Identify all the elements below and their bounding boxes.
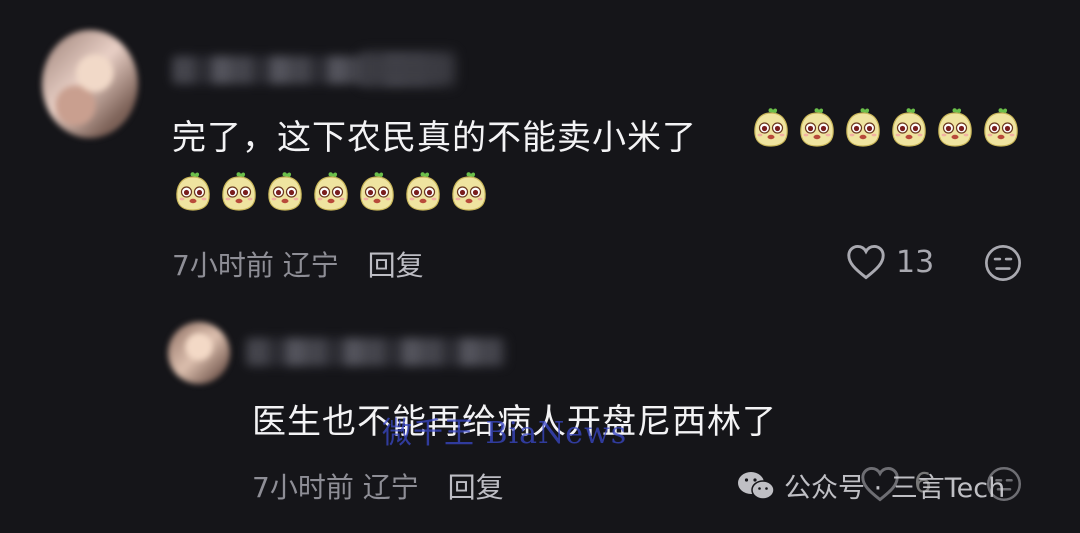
xiaomi-emoji xyxy=(754,108,788,147)
xiaomi-emoji xyxy=(892,108,926,147)
comment-location: 辽宁 xyxy=(362,471,419,504)
username-obscured xyxy=(246,338,506,366)
comment-time: 7小时前 xyxy=(172,249,274,282)
xiaomi-emoji xyxy=(846,108,880,147)
emoji-row xyxy=(752,106,1020,148)
xiaomi-emoji xyxy=(406,172,440,211)
avatar[interactable] xyxy=(168,322,230,384)
xiaomi-emoji xyxy=(268,172,302,211)
xiaomi-emoji xyxy=(222,172,256,211)
xiaomi-emoji xyxy=(176,172,210,211)
username-obscured-extra xyxy=(360,52,455,86)
comment-meta: 7小时前 辽宁 回复 xyxy=(172,244,424,284)
comment-text: 完了，这下农民真的不能卖小米了 xyxy=(172,118,697,158)
comment-meta: 7小时前 辽宁 回复 xyxy=(252,466,504,506)
xiaomi-emoji xyxy=(360,172,394,211)
xiaomi-emoji xyxy=(800,108,834,147)
like-count: 13 xyxy=(896,244,935,280)
comment-time: 7小时前 xyxy=(252,471,354,504)
reply-button[interactable]: 回复 xyxy=(448,471,504,504)
comment-location: 辽宁 xyxy=(282,249,339,282)
xiaomi-emoji xyxy=(938,108,972,147)
emoji-row xyxy=(174,170,488,212)
watermark-text: 微千王 BiaNews xyxy=(382,416,628,451)
avatar[interactable] xyxy=(42,30,138,138)
xiaomi-emoji xyxy=(314,172,348,211)
watermark-text: 公众号 · 三言Tech xyxy=(784,473,1006,504)
wechat-watermark: 公众号 · 三言Tech xyxy=(736,466,1005,505)
xiaomi-emoji xyxy=(452,172,486,211)
xiaomi-emoji xyxy=(984,108,1018,147)
like-button[interactable]: 13 xyxy=(846,244,934,280)
heart-outline-icon xyxy=(847,244,885,280)
meh-face-icon[interactable] xyxy=(984,244,1022,282)
reply-button[interactable]: 回复 xyxy=(368,249,424,282)
comment-thread: 完了，这下农民真的不能卖小米了 7小时前 辽宁 回复 13 医生也不能再给病人开… xyxy=(0,0,1080,533)
wechat-icon xyxy=(738,471,775,500)
